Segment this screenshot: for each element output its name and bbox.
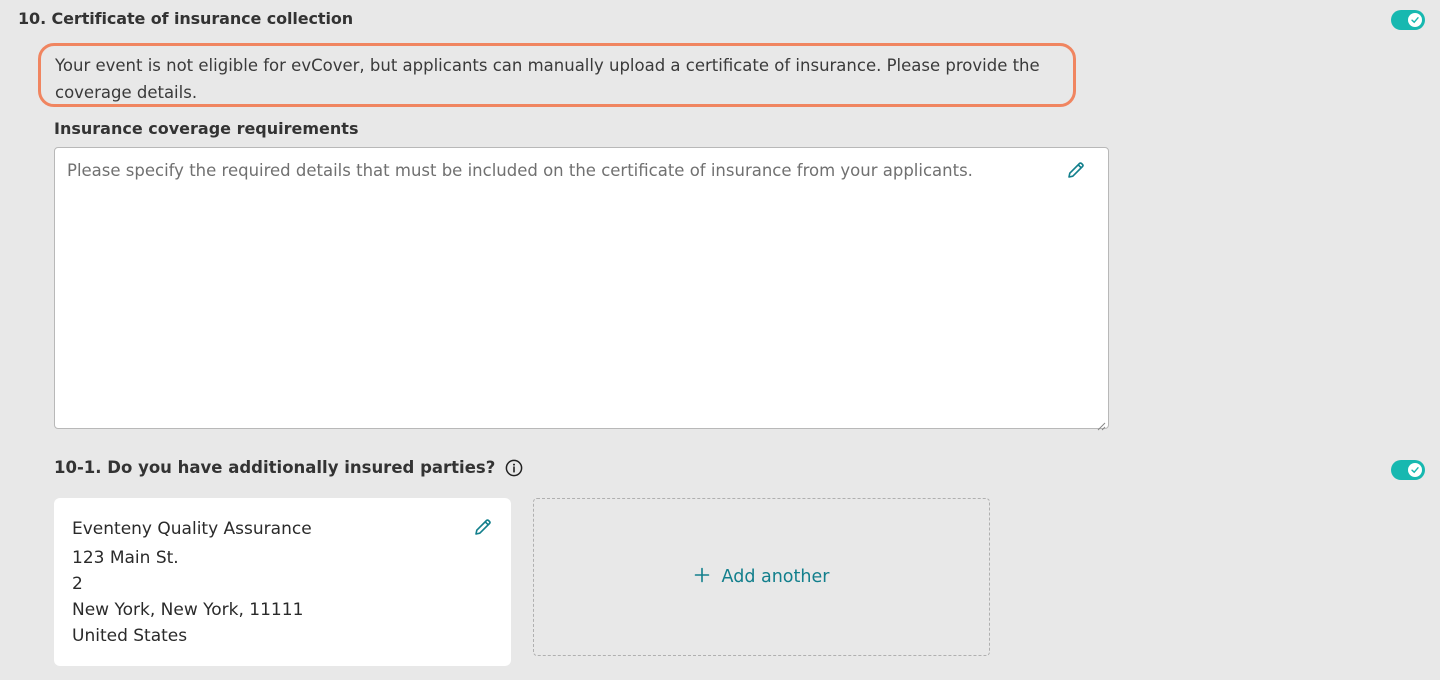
additional-insured-heading: 10-1. Do you have additionally insured p… xyxy=(54,458,523,477)
add-another-label: Add another xyxy=(721,567,830,587)
section-title: 10. Certificate of insurance collection xyxy=(18,9,354,28)
plus-icon xyxy=(694,566,710,588)
additional-insured-toggle[interactable] xyxy=(1391,460,1425,480)
party-name: Eventeny Quality Assurance xyxy=(72,519,312,539)
resize-grip-icon[interactable] xyxy=(1096,416,1106,431)
coverage-placeholder: Please specify the required details that… xyxy=(67,161,973,180)
coverage-label: Insurance coverage requirements xyxy=(54,119,359,138)
info-icon[interactable] xyxy=(505,459,523,477)
check-icon xyxy=(1408,463,1422,477)
party-city-line: New York, New York, 11111 xyxy=(72,600,304,620)
pencil-icon[interactable] xyxy=(1066,160,1086,180)
coverage-textarea[interactable]: Please specify the required details that… xyxy=(54,147,1109,431)
check-icon xyxy=(1408,13,1422,27)
insured-party-card: Eventeny Quality Assurance 123 Main St. … xyxy=(54,498,511,666)
add-another-button[interactable]: Add another xyxy=(533,498,990,656)
section-toggle[interactable] xyxy=(1391,10,1425,30)
additional-insured-title: 10-1. Do you have additionally insured p… xyxy=(54,458,496,477)
party-country: United States xyxy=(72,626,188,646)
party-street: 123 Main St. xyxy=(72,548,179,568)
eligibility-notice: Your event is not eligible for evCover, … xyxy=(38,43,1076,107)
party-unit: 2 xyxy=(72,574,83,594)
pencil-icon[interactable] xyxy=(473,517,493,537)
notice-text: Your event is not eligible for evCover, … xyxy=(55,56,1040,102)
